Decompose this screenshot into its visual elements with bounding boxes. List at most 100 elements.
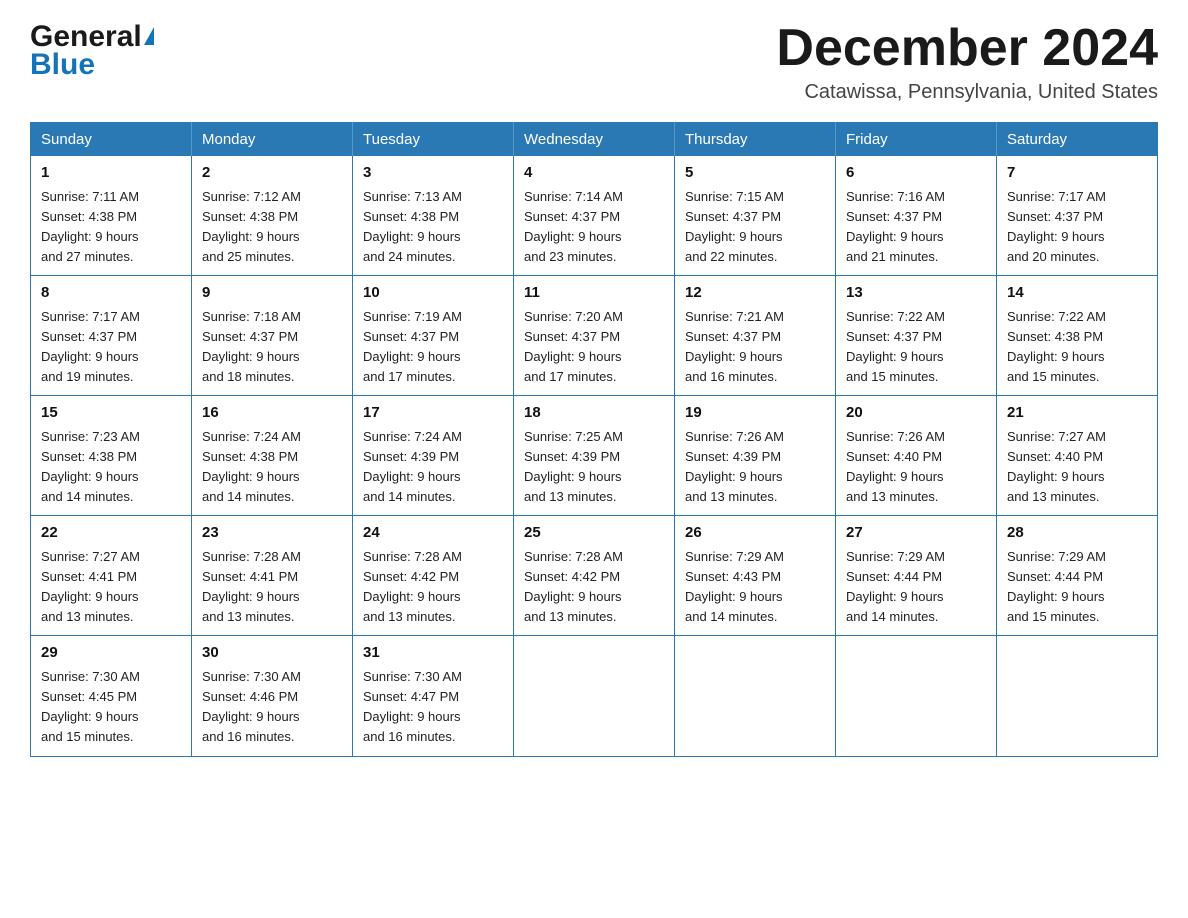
calendar-cell: 1 Sunrise: 7:11 AM Sunset: 4:38 PM Dayli… <box>31 156 192 276</box>
day-number: 5 <box>685 162 825 185</box>
day-number: 11 <box>524 282 664 305</box>
calendar-cell: 26 Sunrise: 7:29 AM Sunset: 4:43 PM Dayl… <box>675 516 836 636</box>
day-info: Sunrise: 7:12 AM Sunset: 4:38 PM Dayligh… <box>202 187 342 268</box>
calendar-cell: 4 Sunrise: 7:14 AM Sunset: 4:37 PM Dayli… <box>514 156 675 276</box>
logo-blue-text: Blue <box>30 48 95 82</box>
day-number: 4 <box>524 162 664 185</box>
day-number: 21 <box>1007 402 1147 425</box>
calendar-cell <box>514 636 675 756</box>
week-row-2: 8 Sunrise: 7:17 AM Sunset: 4:37 PM Dayli… <box>31 276 1158 396</box>
day-number: 28 <box>1007 522 1147 545</box>
day-info: Sunrise: 7:22 AM Sunset: 4:38 PM Dayligh… <box>1007 307 1147 388</box>
week-row-4: 22 Sunrise: 7:27 AM Sunset: 4:41 PM Dayl… <box>31 516 1158 636</box>
day-info: Sunrise: 7:19 AM Sunset: 4:37 PM Dayligh… <box>363 307 503 388</box>
calendar-cell: 20 Sunrise: 7:26 AM Sunset: 4:40 PM Dayl… <box>836 396 997 516</box>
day-info: Sunrise: 7:22 AM Sunset: 4:37 PM Dayligh… <box>846 307 986 388</box>
calendar-cell: 22 Sunrise: 7:27 AM Sunset: 4:41 PM Dayl… <box>31 516 192 636</box>
day-number: 30 <box>202 642 342 665</box>
header-wednesday: Wednesday <box>514 123 675 157</box>
calendar-cell: 24 Sunrise: 7:28 AM Sunset: 4:42 PM Dayl… <box>353 516 514 636</box>
calendar-cell: 17 Sunrise: 7:24 AM Sunset: 4:39 PM Dayl… <box>353 396 514 516</box>
day-number: 23 <box>202 522 342 545</box>
day-info: Sunrise: 7:29 AM Sunset: 4:43 PM Dayligh… <box>685 547 825 628</box>
day-number: 8 <box>41 282 181 305</box>
day-number: 25 <box>524 522 664 545</box>
calendar-cell: 29 Sunrise: 7:30 AM Sunset: 4:45 PM Dayl… <box>31 636 192 756</box>
day-number: 29 <box>41 642 181 665</box>
calendar-cell <box>836 636 997 756</box>
calendar-cell: 15 Sunrise: 7:23 AM Sunset: 4:38 PM Dayl… <box>31 396 192 516</box>
week-row-3: 15 Sunrise: 7:23 AM Sunset: 4:38 PM Dayl… <box>31 396 1158 516</box>
day-info: Sunrise: 7:16 AM Sunset: 4:37 PM Dayligh… <box>846 187 986 268</box>
calendar-cell: 25 Sunrise: 7:28 AM Sunset: 4:42 PM Dayl… <box>514 516 675 636</box>
day-number: 2 <box>202 162 342 185</box>
header-thursday: Thursday <box>675 123 836 157</box>
calendar-table: Sunday Monday Tuesday Wednesday Thursday… <box>30 122 1158 756</box>
day-info: Sunrise: 7:23 AM Sunset: 4:38 PM Dayligh… <box>41 427 181 508</box>
month-title: December 2024 <box>776 20 1158 77</box>
calendar-cell: 21 Sunrise: 7:27 AM Sunset: 4:40 PM Dayl… <box>997 396 1158 516</box>
day-info: Sunrise: 7:15 AM Sunset: 4:37 PM Dayligh… <box>685 187 825 268</box>
day-info: Sunrise: 7:25 AM Sunset: 4:39 PM Dayligh… <box>524 427 664 508</box>
day-info: Sunrise: 7:11 AM Sunset: 4:38 PM Dayligh… <box>41 187 181 268</box>
day-number: 9 <box>202 282 342 305</box>
day-number: 19 <box>685 402 825 425</box>
location-subtitle: Catawissa, Pennsylvania, United States <box>776 81 1158 104</box>
day-number: 13 <box>846 282 986 305</box>
day-info: Sunrise: 7:24 AM Sunset: 4:39 PM Dayligh… <box>363 427 503 508</box>
day-info: Sunrise: 7:21 AM Sunset: 4:37 PM Dayligh… <box>685 307 825 388</box>
calendar-cell: 23 Sunrise: 7:28 AM Sunset: 4:41 PM Dayl… <box>192 516 353 636</box>
day-number: 18 <box>524 402 664 425</box>
day-info: Sunrise: 7:27 AM Sunset: 4:40 PM Dayligh… <box>1007 427 1147 508</box>
day-number: 12 <box>685 282 825 305</box>
day-number: 31 <box>363 642 503 665</box>
logo: General Blue <box>30 20 154 82</box>
calendar-cell: 30 Sunrise: 7:30 AM Sunset: 4:46 PM Dayl… <box>192 636 353 756</box>
title-area: December 2024 Catawissa, Pennsylvania, U… <box>776 20 1158 104</box>
day-number: 24 <box>363 522 503 545</box>
calendar-cell: 6 Sunrise: 7:16 AM Sunset: 4:37 PM Dayli… <box>836 156 997 276</box>
week-row-1: 1 Sunrise: 7:11 AM Sunset: 4:38 PM Dayli… <box>31 156 1158 276</box>
day-info: Sunrise: 7:26 AM Sunset: 4:39 PM Dayligh… <box>685 427 825 508</box>
day-info: Sunrise: 7:17 AM Sunset: 4:37 PM Dayligh… <box>1007 187 1147 268</box>
day-info: Sunrise: 7:24 AM Sunset: 4:38 PM Dayligh… <box>202 427 342 508</box>
day-info: Sunrise: 7:30 AM Sunset: 4:45 PM Dayligh… <box>41 667 181 748</box>
calendar-cell: 27 Sunrise: 7:29 AM Sunset: 4:44 PM Dayl… <box>836 516 997 636</box>
day-number: 22 <box>41 522 181 545</box>
header-monday: Monday <box>192 123 353 157</box>
day-number: 10 <box>363 282 503 305</box>
calendar-cell <box>675 636 836 756</box>
header-sunday: Sunday <box>31 123 192 157</box>
header-friday: Friday <box>836 123 997 157</box>
day-info: Sunrise: 7:30 AM Sunset: 4:47 PM Dayligh… <box>363 667 503 748</box>
day-info: Sunrise: 7:29 AM Sunset: 4:44 PM Dayligh… <box>1007 547 1147 628</box>
day-number: 16 <box>202 402 342 425</box>
calendar-cell: 9 Sunrise: 7:18 AM Sunset: 4:37 PM Dayli… <box>192 276 353 396</box>
day-info: Sunrise: 7:14 AM Sunset: 4:37 PM Dayligh… <box>524 187 664 268</box>
day-info: Sunrise: 7:20 AM Sunset: 4:37 PM Dayligh… <box>524 307 664 388</box>
calendar-cell <box>997 636 1158 756</box>
weekday-header-row: Sunday Monday Tuesday Wednesday Thursday… <box>31 123 1158 157</box>
calendar-cell: 3 Sunrise: 7:13 AM Sunset: 4:38 PM Dayli… <box>353 156 514 276</box>
day-info: Sunrise: 7:30 AM Sunset: 4:46 PM Dayligh… <box>202 667 342 748</box>
day-number: 17 <box>363 402 503 425</box>
day-info: Sunrise: 7:17 AM Sunset: 4:37 PM Dayligh… <box>41 307 181 388</box>
calendar-cell: 5 Sunrise: 7:15 AM Sunset: 4:37 PM Dayli… <box>675 156 836 276</box>
calendar-cell: 18 Sunrise: 7:25 AM Sunset: 4:39 PM Dayl… <box>514 396 675 516</box>
calendar-cell: 28 Sunrise: 7:29 AM Sunset: 4:44 PM Dayl… <box>997 516 1158 636</box>
day-number: 14 <box>1007 282 1147 305</box>
header-saturday: Saturday <box>997 123 1158 157</box>
calendar-cell: 11 Sunrise: 7:20 AM Sunset: 4:37 PM Dayl… <box>514 276 675 396</box>
day-number: 1 <box>41 162 181 185</box>
day-number: 15 <box>41 402 181 425</box>
day-info: Sunrise: 7:18 AM Sunset: 4:37 PM Dayligh… <box>202 307 342 388</box>
calendar-cell: 31 Sunrise: 7:30 AM Sunset: 4:47 PM Dayl… <box>353 636 514 756</box>
day-info: Sunrise: 7:28 AM Sunset: 4:41 PM Dayligh… <box>202 547 342 628</box>
calendar-cell: 2 Sunrise: 7:12 AM Sunset: 4:38 PM Dayli… <box>192 156 353 276</box>
week-row-5: 29 Sunrise: 7:30 AM Sunset: 4:45 PM Dayl… <box>31 636 1158 756</box>
day-info: Sunrise: 7:27 AM Sunset: 4:41 PM Dayligh… <box>41 547 181 628</box>
header: General Blue December 2024 Catawissa, Pe… <box>30 20 1158 104</box>
calendar-cell: 19 Sunrise: 7:26 AM Sunset: 4:39 PM Dayl… <box>675 396 836 516</box>
calendar-cell: 16 Sunrise: 7:24 AM Sunset: 4:38 PM Dayl… <box>192 396 353 516</box>
day-number: 6 <box>846 162 986 185</box>
